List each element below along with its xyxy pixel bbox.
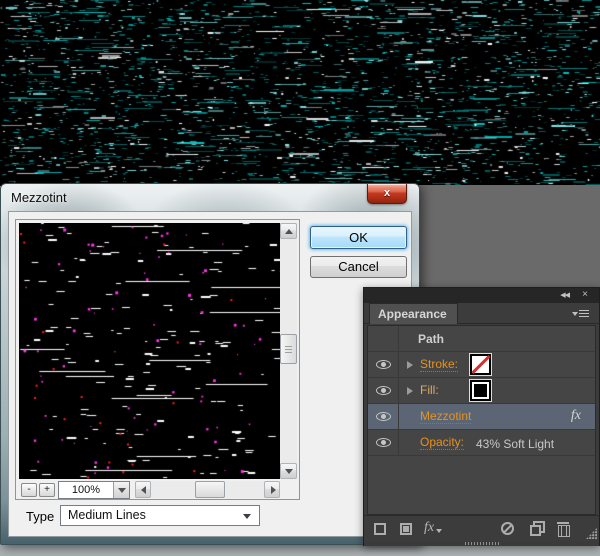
illustrator-workspace: Mezzotint x - + 100%	[0, 0, 600, 556]
type-dropdown-value: Medium Lines	[68, 508, 146, 522]
mezzotint-dialog: Mezzotint x - + 100%	[0, 183, 420, 545]
stroke-none-swatch[interactable]	[470, 354, 491, 375]
type-label: Type	[26, 509, 54, 524]
zoom-level-control[interactable]: 100%	[58, 481, 130, 499]
dialog-body: - + 100% OK Cancel Type Medium Lines	[8, 211, 412, 537]
clear-appearance-icon[interactable]	[501, 522, 514, 535]
type-dropdown[interactable]: Medium Lines	[60, 505, 260, 526]
visibility-cell	[368, 378, 399, 403]
appearance-row-opacity[interactable]: Opacity: 43% Soft Light	[368, 430, 595, 456]
collapse-to-icons-icon[interactable]: ◀◀	[560, 291, 569, 299]
fill-label[interactable]: Fill:	[420, 384, 439, 397]
tab-appearance[interactable]: Appearance	[369, 303, 458, 324]
mezzotint-effect-link[interactable]: Mezzotint	[420, 410, 471, 424]
visibility-cell	[368, 404, 399, 429]
add-new-effect-icon[interactable]: fx	[424, 520, 434, 536]
scroll-up-button[interactable]	[280, 223, 297, 239]
mezzotint-artwork-texture	[0, 0, 600, 186]
add-new-stroke-icon[interactable]	[374, 523, 386, 535]
zoom-out-button[interactable]: -	[21, 483, 37, 497]
appearance-list: Path Stroke: Fill: Mezzotint fx	[367, 325, 596, 515]
chevron-down-icon	[243, 514, 251, 519]
panel-close-icon[interactable]: ×	[582, 289, 588, 300]
vertical-scroll-thumb[interactable]	[280, 334, 297, 364]
panel-toolbar: fx	[364, 515, 599, 541]
ok-button[interactable]: OK	[310, 226, 407, 249]
arrow-left-icon	[141, 486, 146, 494]
arrow-right-icon	[271, 486, 276, 494]
arrow-down-icon	[285, 469, 293, 474]
appearance-row-fill[interactable]: Fill:	[368, 378, 595, 404]
dialog-title: Mezzotint	[11, 190, 67, 205]
appearance-row-stroke[interactable]: Stroke:	[368, 352, 595, 378]
preview-frame: - + 100%	[15, 219, 300, 500]
path-header-label: Path	[418, 332, 444, 346]
eye-icon[interactable]	[376, 412, 391, 421]
chevron-down-icon	[118, 488, 126, 493]
expand-triangle-icon[interactable]	[407, 387, 413, 395]
appearance-row-mezzotint[interactable]: Mezzotint fx	[368, 404, 595, 430]
panel-resize-grip[interactable]	[586, 528, 597, 539]
appearance-panel: ◀◀ × Appearance Path Stroke: Fill:	[363, 287, 600, 546]
zoom-dropdown-button[interactable]	[113, 482, 129, 498]
path-header-row[interactable]: Path	[368, 326, 595, 352]
scroll-down-button[interactable]	[280, 463, 297, 479]
visibility-cell	[368, 430, 399, 455]
horizontal-scroll-thumb[interactable]	[195, 481, 225, 498]
eye-icon[interactable]	[376, 386, 391, 395]
panel-tabrow: Appearance	[364, 303, 599, 324]
fx-badge: fx	[571, 408, 581, 424]
vertical-scrollbar[interactable]	[280, 223, 297, 479]
expand-triangle-icon[interactable]	[407, 361, 413, 369]
duplicate-item-icon[interactable]	[530, 521, 545, 536]
panel-topbar: ◀◀ ×	[364, 288, 599, 303]
delete-item-icon[interactable]	[557, 521, 569, 536]
eye-icon[interactable]	[376, 438, 391, 447]
scroll-right-button[interactable]	[264, 481, 280, 498]
filter-preview-image[interactable]	[19, 223, 280, 479]
app-background	[412, 185, 600, 300]
opacity-link[interactable]: Opacity:	[420, 436, 464, 450]
horizontal-scrollbar[interactable]	[135, 481, 280, 498]
visibility-cell	[368, 352, 399, 377]
stroke-link[interactable]: Stroke:	[420, 358, 458, 372]
add-new-fill-icon[interactable]	[400, 523, 412, 535]
visibility-cell	[368, 326, 399, 351]
cancel-button[interactable]: Cancel	[310, 256, 407, 278]
eye-icon[interactable]	[376, 360, 391, 369]
panel-menu-icon[interactable]	[572, 310, 589, 319]
zoom-in-button[interactable]: +	[39, 483, 55, 497]
opacity-value: 43% Soft Light	[476, 437, 554, 451]
zoom-level-value: 100%	[59, 484, 113, 496]
arrow-up-icon	[285, 229, 293, 234]
scroll-left-button[interactable]	[135, 481, 151, 498]
fill-black-swatch[interactable]	[470, 380, 491, 401]
close-button[interactable]: x	[367, 184, 407, 204]
panel-resize-handle[interactable]	[364, 541, 599, 546]
